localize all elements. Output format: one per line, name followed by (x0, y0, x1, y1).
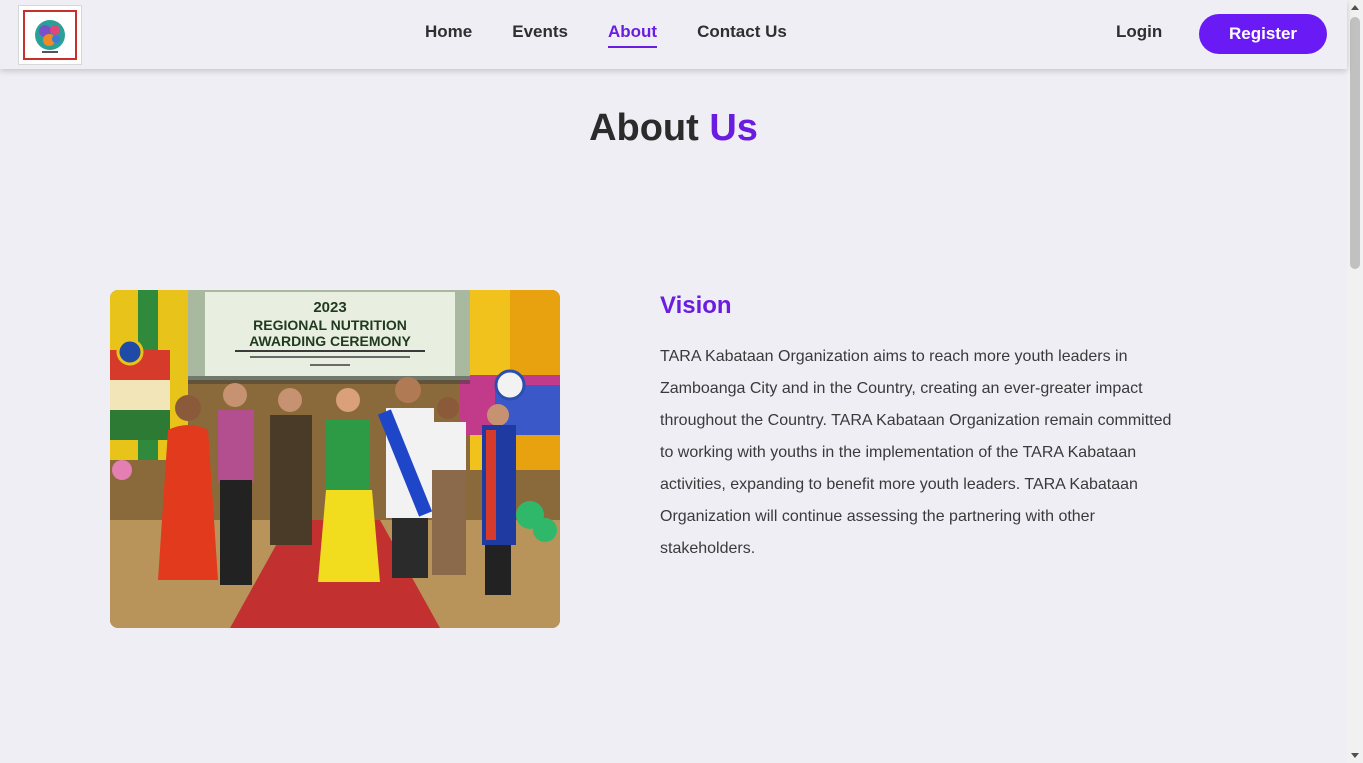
scrollbar-thumb[interactable] (1350, 17, 1360, 269)
page-title-accent: Us (709, 107, 758, 149)
nav-home-link[interactable]: Home (425, 22, 472, 48)
nav-events-link[interactable]: Events (512, 22, 568, 48)
top-navbar: Home Events About Contact Us Login Regis… (0, 0, 1347, 69)
nav-contact-link[interactable]: Contact Us (697, 22, 787, 48)
vision-heading: Vision (660, 292, 732, 319)
banner-line-2: AWARDING CEREMONY (249, 333, 411, 349)
page-title: About Us (0, 107, 1347, 150)
login-link[interactable]: Login (1116, 22, 1162, 42)
vertical-scrollbar[interactable] (1347, 0, 1363, 763)
vision-body: TARA Kabataan Organization aims to reach… (660, 348, 1172, 557)
organization-logo[interactable] (18, 5, 82, 65)
logo-frame (23, 10, 77, 60)
awarding-ceremony-photo: 2023 REGIONAL NUTRITION AWARDING CEREMON… (110, 290, 560, 628)
nav-about-link[interactable]: About (607, 22, 658, 48)
logo-emblem-icon (35, 20, 65, 53)
banner-line-1: REGIONAL NUTRITION (253, 317, 407, 333)
main-nav: Home Events About Contact Us (425, 22, 827, 48)
page-title-main: About (589, 107, 699, 149)
scroll-up-icon[interactable] (1351, 5, 1359, 10)
event-photo: 2023 REGIONAL NUTRITION AWARDING CEREMON… (110, 290, 560, 628)
register-button[interactable]: Register (1199, 14, 1327, 54)
banner-year: 2023 (313, 299, 346, 316)
scroll-down-icon[interactable] (1351, 753, 1359, 758)
